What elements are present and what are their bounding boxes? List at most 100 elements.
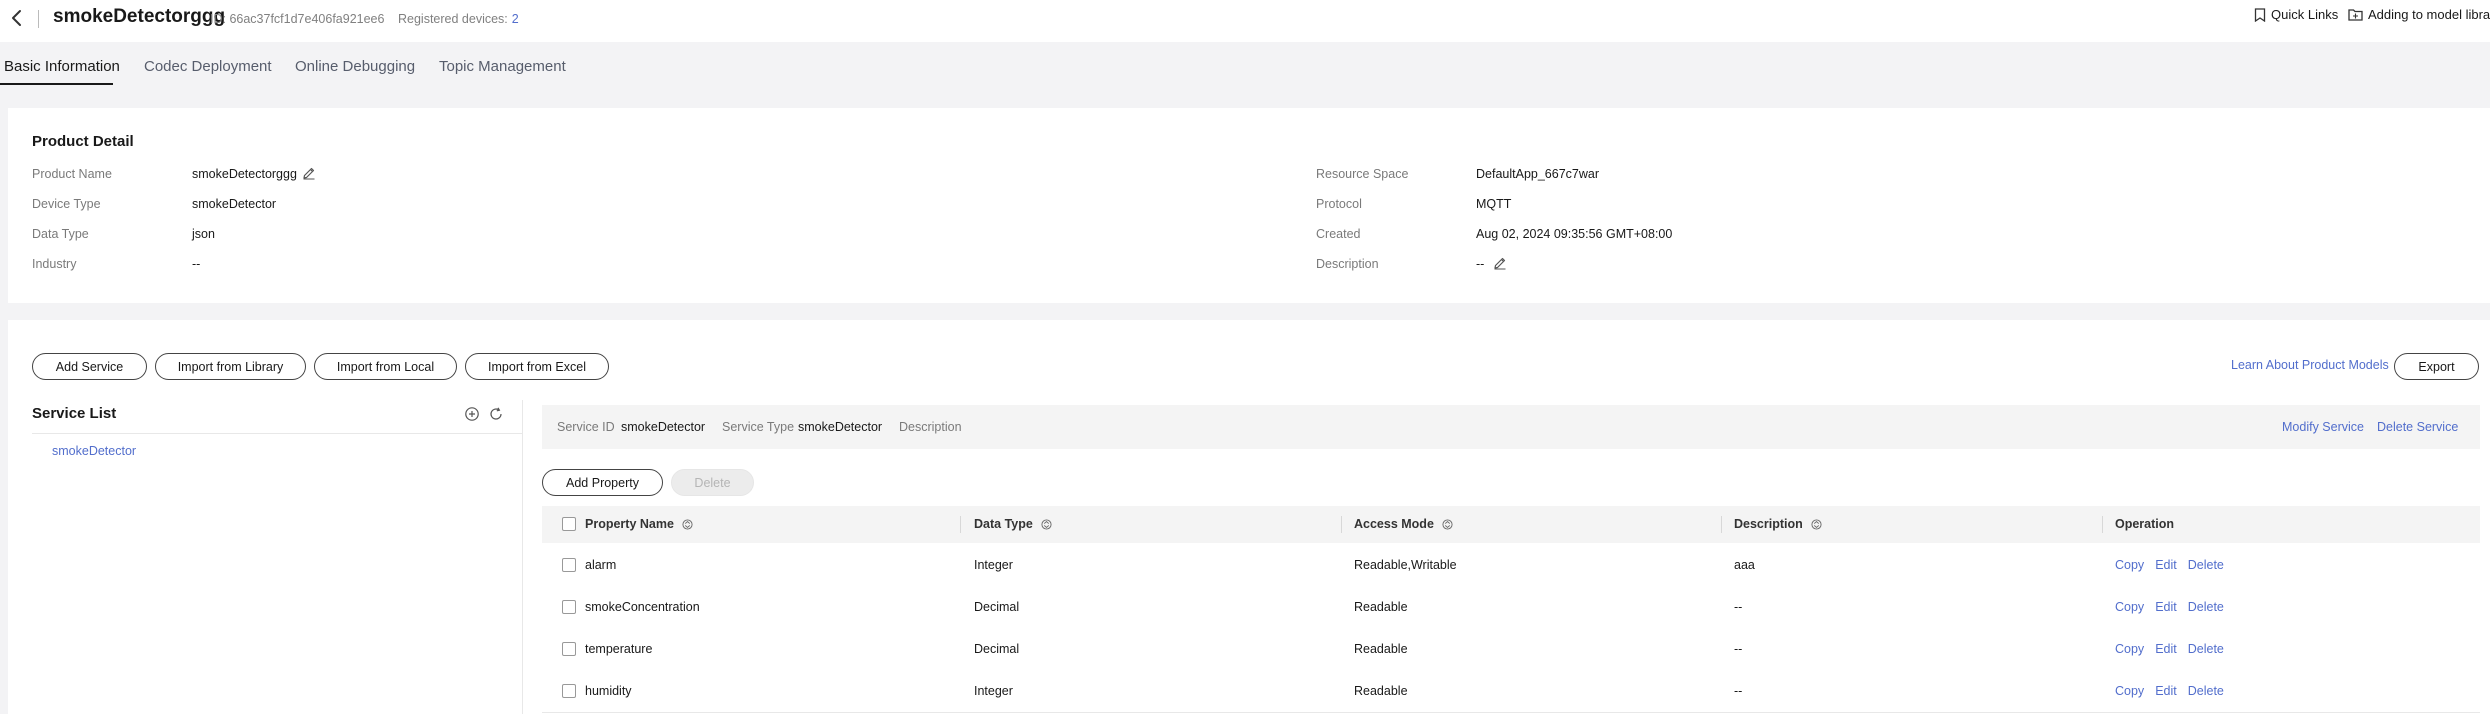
page-title: smokeDetectorggg bbox=[53, 6, 226, 27]
column-separator bbox=[1721, 516, 1722, 533]
sort-icon[interactable] bbox=[682, 519, 693, 530]
row-checkbox[interactable] bbox=[562, 558, 576, 572]
property-name-cell: temperature bbox=[585, 642, 653, 656]
column-header-property-name[interactable]: Property Name bbox=[585, 506, 693, 543]
copy-link[interactable]: Copy bbox=[2115, 642, 2144, 656]
column-separator bbox=[1341, 516, 1342, 533]
import-from-excel-button[interactable]: Import from Excel bbox=[465, 353, 609, 380]
product-detail-title: Product Detail bbox=[32, 133, 134, 150]
edit-link[interactable]: Edit bbox=[2155, 642, 2177, 656]
description-cell: -- bbox=[1734, 600, 1743, 614]
device-type-value: smokeDetector bbox=[192, 197, 277, 211]
access-mode-cell: Readable bbox=[1354, 600, 1408, 614]
property-name-cell: smokeConcentration bbox=[585, 600, 700, 614]
resource-space-value: DefaultApp_667c7war bbox=[1476, 167, 1599, 181]
header-divider bbox=[38, 10, 39, 28]
description-cell: aaa bbox=[1734, 558, 1755, 572]
quick-links-label: Quick Links bbox=[2271, 7, 2339, 22]
sort-icon[interactable] bbox=[1811, 519, 1822, 530]
quick-links-button[interactable]: Quick Links bbox=[2254, 7, 2338, 22]
modify-service-link[interactable]: Modify Service bbox=[2282, 420, 2364, 434]
data-type-value: json bbox=[192, 227, 215, 241]
product-name-value: smokeDetectorggg bbox=[192, 167, 297, 181]
add-service-button[interactable]: Add Service bbox=[32, 353, 147, 380]
edit-link[interactable]: Edit bbox=[2155, 600, 2177, 614]
active-tab-indicator bbox=[0, 83, 113, 85]
protocol-label: Protocol bbox=[1316, 197, 1362, 211]
sort-icon[interactable] bbox=[1041, 519, 1052, 530]
sort-icon[interactable] bbox=[1442, 519, 1453, 530]
row-operations: Copy Edit Delete bbox=[2115, 544, 2235, 586]
export-button[interactable]: Export bbox=[2394, 353, 2479, 380]
table-row: smokeConcentration Decimal Readable -- C… bbox=[542, 586, 2480, 629]
page-header: smokeDetectorggg ID: 66ac37fcf1d7e406fa9… bbox=[0, 0, 2490, 42]
created-label: Created bbox=[1316, 227, 1361, 241]
learn-about-product-models-link[interactable]: Learn About Product Models bbox=[2231, 358, 2389, 372]
resource-space-label: Resource Space bbox=[1316, 167, 1409, 181]
service-type-label: Service Type bbox=[722, 420, 795, 434]
product-id: ID: 66ac37fcf1d7e406fa921ee6 bbox=[210, 12, 385, 26]
device-type-label: Device Type bbox=[32, 197, 101, 211]
row-checkbox[interactable] bbox=[562, 684, 576, 698]
copy-link[interactable]: Copy bbox=[2115, 684, 2144, 698]
refresh-icon[interactable] bbox=[488, 406, 504, 422]
row-operations: Copy Edit Delete bbox=[2115, 670, 2235, 712]
column-separator bbox=[960, 516, 961, 533]
tab-basic-information[interactable]: Basic Information bbox=[4, 58, 120, 75]
column-header-label: Data Type bbox=[974, 517, 1033, 531]
access-mode-cell: Readable bbox=[1354, 684, 1408, 698]
back-arrow-icon[interactable] bbox=[8, 8, 26, 28]
column-separator bbox=[2102, 516, 2103, 533]
column-header-data-type[interactable]: Data Type bbox=[974, 506, 1052, 543]
folder-icon bbox=[2348, 9, 2363, 21]
tab-topic-management[interactable]: Topic Management bbox=[439, 58, 566, 75]
industry-value: -- bbox=[192, 257, 201, 271]
row-checkbox[interactable] bbox=[562, 642, 576, 656]
edit-product-name-icon[interactable] bbox=[302, 166, 316, 180]
service-description-label: Description bbox=[899, 420, 962, 434]
delete-property-button[interactable]: Delete bbox=[671, 469, 754, 496]
data-type-label: Data Type bbox=[32, 227, 89, 241]
delete-service-link[interactable]: Delete Service bbox=[2377, 420, 2458, 434]
service-list-title: Service List bbox=[32, 405, 117, 422]
description-value: -- bbox=[1476, 257, 1485, 271]
add-service-icon[interactable] bbox=[464, 406, 480, 422]
edit-link[interactable]: Edit bbox=[2155, 684, 2177, 698]
service-type-value: smokeDetector bbox=[798, 420, 883, 434]
copy-link[interactable]: Copy bbox=[2115, 558, 2144, 572]
registered-devices: Registered devices: 2 bbox=[398, 12, 519, 26]
select-all-checkbox[interactable] bbox=[562, 517, 576, 531]
tab-codec-deployment[interactable]: Codec Deployment bbox=[144, 58, 272, 75]
copy-link[interactable]: Copy bbox=[2115, 600, 2144, 614]
service-id-label: Service ID bbox=[557, 420, 615, 434]
import-from-local-button[interactable]: Import from Local bbox=[314, 353, 457, 380]
delete-link[interactable]: Delete bbox=[2188, 558, 2224, 572]
edit-description-icon[interactable] bbox=[1493, 256, 1507, 270]
column-header-description[interactable]: Description bbox=[1734, 506, 1822, 543]
row-operations: Copy Edit Delete bbox=[2115, 586, 2235, 628]
column-header-label: Operation bbox=[2115, 517, 2175, 531]
row-operations: Copy Edit Delete bbox=[2115, 628, 2235, 670]
delete-link[interactable]: Delete bbox=[2188, 642, 2224, 656]
service-list-item[interactable]: smokeDetector bbox=[52, 444, 136, 458]
tab-online-debugging[interactable]: Online Debugging bbox=[295, 58, 415, 75]
data-type-cell: Integer bbox=[974, 684, 1013, 698]
registered-devices-label: Registered devices: bbox=[398, 12, 508, 26]
table-row: temperature Decimal Readable -- Copy Edit… bbox=[542, 628, 2480, 671]
access-mode-cell: Readable,Writable bbox=[1354, 558, 1457, 572]
created-value: Aug 02, 2024 09:35:56 GMT+08:00 bbox=[1476, 227, 1673, 241]
description-cell: -- bbox=[1734, 684, 1743, 698]
add-to-model-library-label: Adding to model library bbox=[2368, 7, 2490, 22]
row-checkbox[interactable] bbox=[562, 600, 576, 614]
service-id-value: smokeDetector bbox=[621, 420, 706, 434]
delete-link[interactable]: Delete bbox=[2188, 600, 2224, 614]
table-header: Property Name Data Type Access Mode Desc… bbox=[542, 506, 2480, 543]
add-property-button[interactable]: Add Property bbox=[542, 469, 663, 496]
import-from-library-button[interactable]: Import from Library bbox=[155, 353, 306, 380]
column-header-label: Access Mode bbox=[1354, 517, 1434, 531]
add-to-model-library-button[interactable]: Adding to model library bbox=[2348, 7, 2490, 22]
registered-devices-count[interactable]: 2 bbox=[512, 12, 519, 26]
delete-link[interactable]: Delete bbox=[2188, 684, 2224, 698]
column-header-access-mode[interactable]: Access Mode bbox=[1354, 506, 1453, 543]
edit-link[interactable]: Edit bbox=[2155, 558, 2177, 572]
